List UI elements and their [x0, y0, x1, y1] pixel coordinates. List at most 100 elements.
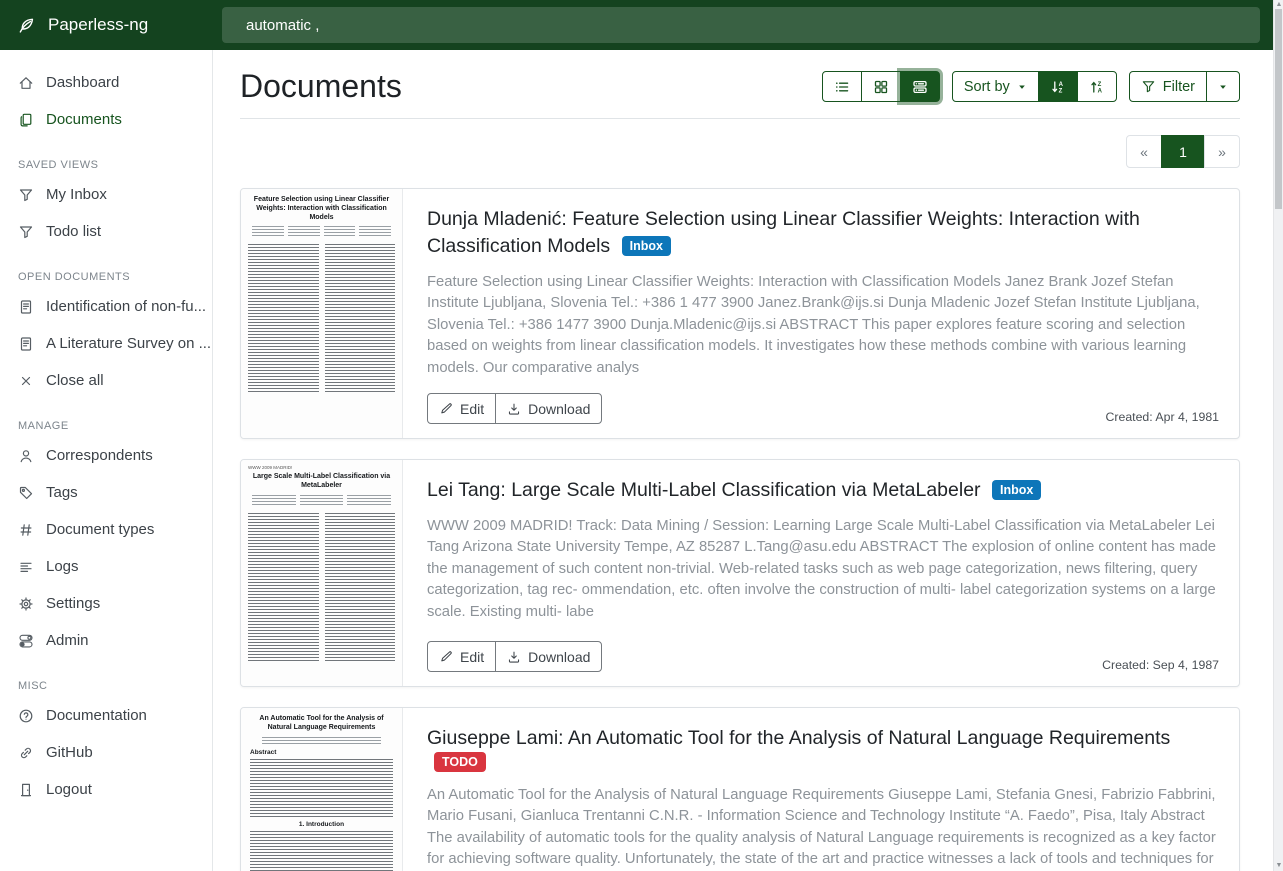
pagination-next-button[interactable]: » [1204, 135, 1240, 168]
sidebar: Dashboard Documents SAVED VIEWS My Inbox… [0, 50, 213, 871]
thumbnail-body [248, 513, 395, 663]
thumbnail-header: WWW 2009 MADRID! [248, 465, 395, 470]
card-actions: Edit Download [427, 641, 602, 672]
sidebar-item-settings[interactable]: Settings [0, 585, 212, 622]
sidebar-item-label: GitHub [46, 744, 93, 761]
question-circle-icon [18, 708, 34, 724]
sidebar-item-label: Correspondents [46, 447, 153, 464]
sidebar-item-todo-list[interactable]: Todo list [0, 213, 212, 250]
document-thumbnail[interactable]: An Automatic Tool for the Analysis of Na… [241, 708, 403, 871]
tag-badge-inbox[interactable]: Inbox [992, 480, 1041, 500]
scrollbar-thumb[interactable] [1275, 9, 1282, 209]
sidebar-item-open-doc-1[interactable]: Identification of non-fu... [0, 288, 212, 325]
app-brand[interactable]: Paperless-ng [0, 15, 213, 35]
edit-button[interactable]: Edit [427, 393, 496, 424]
edit-label: Edit [460, 649, 484, 665]
sort-ascending-button[interactable]: Z A [1077, 71, 1117, 102]
document-title-link[interactable]: Dunja Mladenić: Feature Selection using … [427, 208, 1140, 257]
details-view-icon [912, 79, 928, 95]
sidebar-item-open-doc-2[interactable]: A Literature Survey on ... [0, 325, 212, 362]
page-title: Documents [240, 68, 402, 105]
sidebar-item-documents[interactable]: Documents [0, 101, 212, 138]
sidebar-item-close-all[interactable]: Close all [0, 362, 212, 399]
document-thumbnail[interactable]: Feature Selection using Linear Classifie… [241, 189, 403, 438]
list-view-button[interactable] [822, 71, 862, 102]
svg-text:Z: Z [1058, 88, 1062, 94]
app-title: Paperless-ng [48, 15, 148, 35]
top-navbar: Paperless-ng [0, 0, 1273, 50]
funnel-icon [18, 187, 34, 203]
caret-down-icon [1218, 82, 1228, 92]
search-input[interactable] [222, 7, 1260, 43]
edit-label: Edit [460, 401, 484, 417]
thumbnail-body [250, 759, 393, 817]
thumbnail-title: Feature Selection using Linear Classifie… [250, 196, 393, 222]
sidebar-item-my-inbox[interactable]: My Inbox [0, 176, 212, 213]
sidebar-item-label: Logs [46, 558, 79, 575]
sidebar-item-logs[interactable]: Logs [0, 548, 212, 585]
document-thumbnail[interactable]: WWW 2009 MADRID! Large Scale Multi-Label… [241, 460, 403, 686]
sidebar-section-misc: MISC [18, 680, 212, 692]
thumbnail-title: Large Scale Multi-Label Classification v… [250, 473, 393, 491]
filter-group: Filter [1129, 71, 1240, 102]
download-button[interactable]: Download [495, 641, 602, 672]
sidebar-item-label: Document types [46, 521, 154, 538]
thumbnail-section: Abstract [250, 749, 393, 756]
sidebar-section-saved-views: SAVED VIEWS [18, 159, 212, 171]
sidebar-item-label: Identification of non-fu... [46, 298, 206, 315]
sort-alpha-down-icon: A Z [1050, 79, 1066, 95]
scrollbar-down-arrow-icon[interactable]: ▼ [1275, 862, 1283, 870]
hash-icon [18, 522, 34, 538]
sidebar-section-open-documents: OPEN DOCUMENTS [18, 271, 212, 283]
tag-badge-todo[interactable]: TODO [434, 752, 486, 772]
sidebar-item-document-types[interactable]: Document types [0, 511, 212, 548]
sidebar-item-documentation[interactable]: Documentation [0, 697, 212, 734]
pagination: « 1 » [240, 135, 1240, 168]
documents-icon [18, 112, 34, 128]
sidebar-item-admin[interactable]: Admin [0, 622, 212, 659]
filter-button[interactable]: Filter [1129, 71, 1207, 102]
download-label: Download [528, 401, 590, 417]
sidebar-item-dashboard[interactable]: Dashboard [0, 64, 212, 101]
download-icon [507, 402, 521, 416]
download-button[interactable]: Download [495, 393, 602, 424]
document-title-link[interactable]: Giuseppe Lami: An Automatic Tool for the… [427, 727, 1170, 749]
sort-by-button[interactable]: Sort by [952, 71, 1039, 102]
tag-badge-inbox[interactable]: Inbox [622, 236, 671, 256]
grid-view-button[interactable] [861, 71, 901, 102]
sort-by-label: Sort by [964, 79, 1010, 95]
thumbnail-section: 1. Introduction [250, 821, 393, 828]
document-card: Feature Selection using Linear Classifie… [240, 188, 1240, 439]
link-icon [18, 745, 34, 761]
sidebar-item-logout[interactable]: Logout [0, 771, 212, 808]
funnel-icon [1141, 79, 1156, 94]
details-view-button[interactable] [900, 71, 940, 102]
page-scrollbar[interactable]: ▲ ▼ [1273, 0, 1283, 871]
documents-toolbar: Sort by A Z [822, 71, 1240, 102]
sidebar-section-manage: MANAGE [18, 420, 212, 432]
sidebar-item-label: Admin [46, 632, 89, 649]
header-divider [240, 118, 1240, 119]
document-card: WWW 2009 MADRID! Large Scale Multi-Label… [240, 459, 1240, 687]
sidebar-item-correspondents[interactable]: Correspondents [0, 437, 212, 474]
edit-button[interactable]: Edit [427, 641, 496, 672]
sort-alpha-up-icon: Z A [1089, 79, 1105, 95]
scrollbar-up-arrow-icon[interactable]: ▲ [1275, 1, 1283, 9]
thumbnail-authors [252, 226, 391, 238]
thumbnail-title: An Automatic Tool for the Analysis of Na… [250, 715, 393, 733]
main-content: Documents [213, 50, 1273, 871]
sort-group: Sort by A Z [952, 71, 1117, 102]
created-date: Created: Apr 4, 1981 [1106, 410, 1219, 424]
sidebar-item-github[interactable]: GitHub [0, 734, 212, 771]
download-label: Download [528, 649, 590, 665]
document-title-link[interactable]: Lei Tang: Large Scale Multi-Label Classi… [427, 479, 981, 501]
svg-text:Z: Z [1097, 82, 1101, 88]
sort-descending-button[interactable]: A Z [1038, 71, 1078, 102]
sidebar-item-tags[interactable]: Tags [0, 474, 212, 511]
sidebar-item-label: Documentation [46, 707, 147, 724]
tag-icon [18, 485, 34, 501]
pagination-prev-button[interactable]: « [1126, 135, 1162, 168]
pagination-page-1-button[interactable]: 1 [1161, 135, 1205, 168]
filter-dropdown-button[interactable] [1206, 71, 1240, 102]
sidebar-item-label: Dashboard [46, 74, 119, 91]
